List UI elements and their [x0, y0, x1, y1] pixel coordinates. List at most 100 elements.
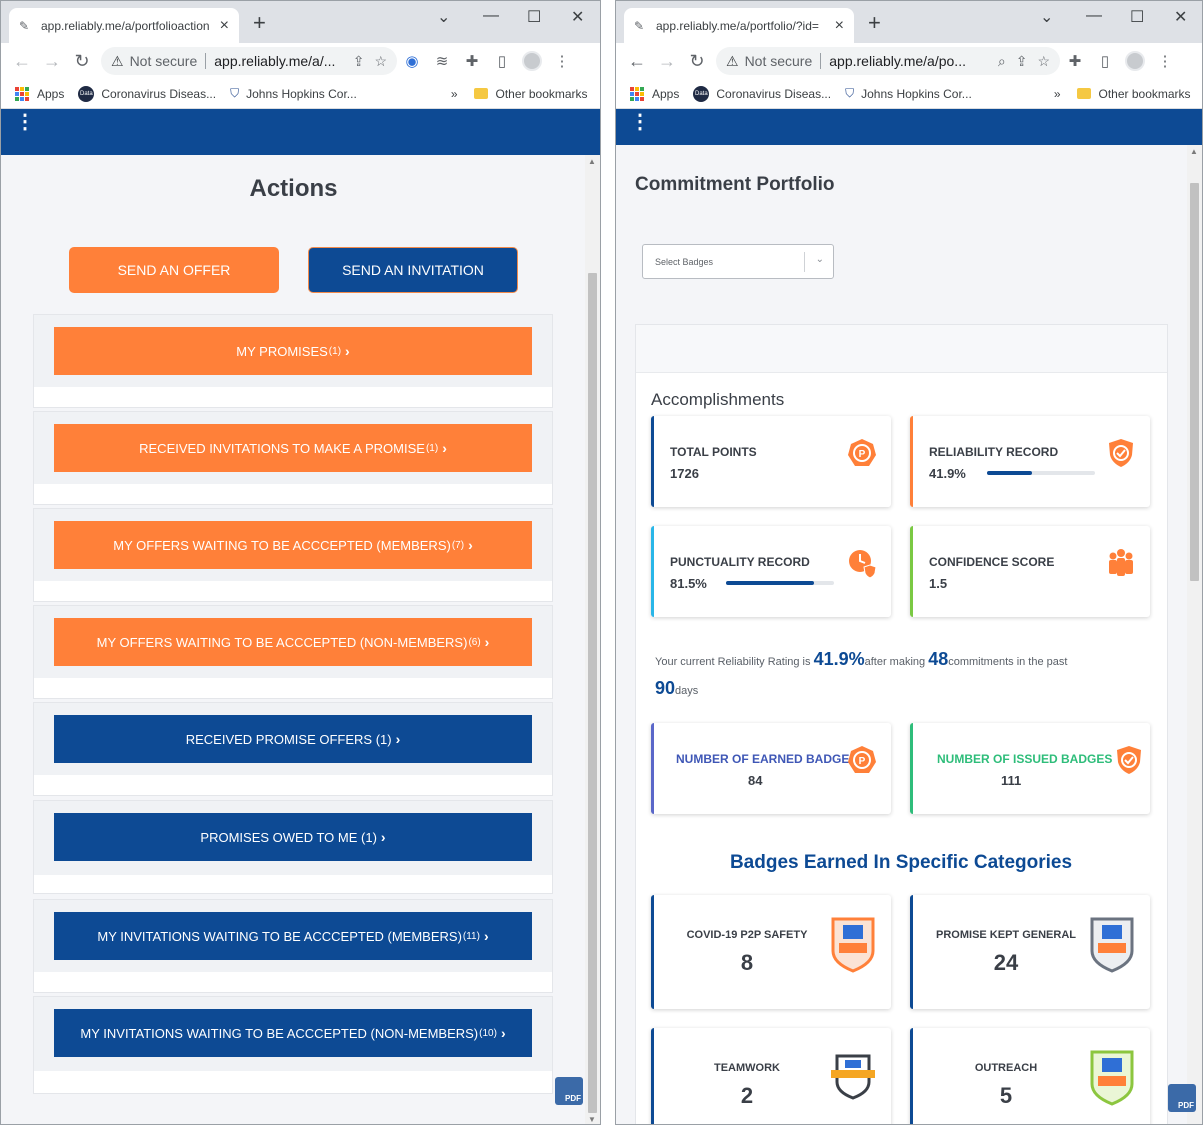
address-bar[interactable]: ⚠ Not secure app.reliably.me/a/... ⇪ ☆ [101, 47, 397, 75]
maximize-icon[interactable]: ☐ [1130, 7, 1144, 27]
new-tab-icon[interactable]: + [253, 12, 266, 34]
close-tab-icon[interactable]: × [220, 17, 229, 35]
bookmark-johns-hopkins[interactable]: ⛉ Johns Hopkins Cor... [230, 86, 357, 101]
scroll-up-icon[interactable]: ▲ [588, 157, 596, 166]
chevron-right-icon: › [345, 343, 350, 359]
bookmark-other[interactable]: Other bookmarks [473, 87, 588, 101]
page-title: Actions [249, 175, 338, 202]
reload-icon[interactable]: ↻ [67, 51, 97, 72]
bookmark-coronavirus[interactable]: Data Coronavirus Diseas... [693, 85, 831, 102]
profile-avatar[interactable] [522, 51, 542, 71]
bookmark-coronavirus[interactable]: Data Coronavirus Diseas... [78, 85, 216, 102]
my-offers-non-members-button[interactable]: MY OFFERS WAITING TO BE ACCCEPTED (NON-M… [54, 618, 532, 666]
my-promises-button[interactable]: MY PROMISES (1) › [54, 327, 532, 375]
tab-strip: ✎ app.reliably.me/a/portfolio/?id= × + ⌄… [616, 1, 1202, 43]
back-icon[interactable]: ← [7, 51, 37, 72]
my-offers-members-button[interactable]: MY OFFERS WAITING TO BE ACCCEPTED (MEMBE… [54, 521, 532, 569]
extensions-puzzle-icon[interactable]: ✚ [457, 52, 487, 70]
browser-tab[interactable]: ✎ app.reliably.me/a/portfolio/?id= × [624, 8, 854, 43]
close-window-icon[interactable]: ✕ [571, 7, 584, 27]
category-card-teamwork[interactable]: TEAMWORK 2 [651, 1028, 891, 1124]
page-scrollbar[interactable]: ▲ ▼ [585, 155, 600, 1124]
reliability-record-card: RELIABILITY RECORD 41.9% [910, 416, 1150, 507]
bookmark-other[interactable]: Other bookmarks [1076, 87, 1191, 101]
menu-kebab-icon[interactable]: ⋮ [630, 112, 650, 132]
chevron-right-icon: › [484, 634, 490, 650]
action-card: MY INVITATIONS WAITING TO BE ACCCEPTED (… [33, 996, 553, 1094]
outreach-badge-icon [1090, 1050, 1134, 1106]
close-window-icon[interactable]: ✕ [1174, 7, 1187, 27]
minimize-icon[interactable]: — [483, 7, 499, 25]
maximize-icon[interactable]: ☐ [527, 7, 541, 27]
bookmarks-overflow[interactable]: » [1054, 87, 1061, 101]
received-invitations-button[interactable]: RECEIVED INVITATIONS TO MAKE A PROMISE (1… [54, 424, 532, 472]
browser-menu-icon[interactable]: ⋮ [547, 52, 577, 70]
address-bar[interactable]: ⚠ Not secure app.reliably.me/a/po... ⌕ ⇪… [716, 47, 1060, 75]
forward-icon[interactable]: → [37, 51, 67, 72]
extension-compass-icon[interactable]: ◉ [397, 52, 427, 70]
side-panel-icon[interactable]: ▯ [487, 52, 517, 70]
send-offer-button[interactable]: SEND AN OFFER [69, 247, 279, 293]
side-panel-icon[interactable]: ▯ [1090, 52, 1120, 70]
received-promise-offers-button[interactable]: RECEIVED PROMISE OFFERS (1) › [54, 715, 532, 763]
url-text: app.reliably.me/a/po... [829, 53, 966, 69]
scroll-up-icon[interactable]: ▲ [1190, 147, 1198, 156]
url-text: app.reliably.me/a/... [214, 53, 336, 69]
security-label: Not secure [129, 53, 198, 69]
category-card-outreach[interactable]: OUTREACH 5 [910, 1028, 1150, 1124]
pdf-export-icon[interactable]: PDF [555, 1077, 583, 1105]
profile-avatar[interactable] [1125, 51, 1145, 71]
menu-kebab-icon[interactable]: ⋮ [15, 112, 35, 132]
select-badges-dropdown[interactable]: Select Badges ⌄ [642, 244, 834, 279]
svg-text:P: P [859, 449, 866, 460]
reload-icon[interactable]: ↻ [682, 51, 712, 72]
minimize-icon[interactable]: — [1086, 7, 1102, 25]
forward-icon[interactable]: → [652, 51, 682, 72]
svg-text:P: P [859, 756, 866, 767]
earned-badges-card: NUMBER OF EARNED BADGES 84 P [651, 723, 891, 814]
promise-kept-badge-icon [1090, 917, 1134, 973]
data-logo-icon: Data [693, 85, 710, 102]
pdf-export-icon[interactable]: PDF [1168, 1084, 1196, 1112]
tab-search-icon[interactable]: ⌄ [1040, 7, 1053, 27]
close-tab-icon[interactable]: × [835, 17, 844, 35]
clock-shield-icon [849, 550, 877, 578]
promises-owed-button[interactable]: PROMISES OWED TO ME (1) › [54, 813, 532, 861]
bookmark-apps[interactable]: Apps [630, 86, 679, 101]
scroll-thumb[interactable] [588, 273, 597, 1113]
points-badge-icon: P [848, 746, 876, 773]
share-icon[interactable]: ⇪ [1016, 53, 1028, 70]
browser-tab[interactable]: ✎ app.reliably.me/a/portfolioaction × [9, 8, 239, 43]
reliability-shield-icon [1109, 439, 1133, 467]
tab-strip: ✎ app.reliably.me/a/portfolioaction × + … [1, 1, 600, 43]
reliability-progress-bar [987, 471, 1095, 475]
bookmark-johns-hopkins[interactable]: ⛉ Johns Hopkins Cor... [845, 86, 972, 101]
new-tab-icon[interactable]: + [868, 12, 881, 34]
bookmarks-bar: Apps Data Coronavirus Diseas... ⛉ Johns … [616, 79, 1202, 109]
back-icon[interactable]: ← [622, 51, 652, 72]
scroll-down-icon[interactable]: ▼ [588, 1115, 596, 1124]
zoom-icon[interactable]: ⌕ [998, 53, 1006, 70]
category-card-covid[interactable]: COVID-19 P2P SAFETY 8 [651, 895, 891, 1009]
share-icon[interactable]: ⇪ [353, 53, 365, 70]
category-card-promise-kept[interactable]: PROMISE KEPT GENERAL 24 [910, 895, 1150, 1009]
my-invitations-non-members-button[interactable]: MY INVITATIONS WAITING TO BE ACCCEPTED (… [54, 1009, 532, 1057]
punctuality-progress-bar [726, 581, 834, 585]
my-invitations-members-button[interactable]: MY INVITATIONS WAITING TO BE ACCCEPTED (… [54, 912, 532, 960]
page-scrollbar[interactable]: ▲ [1187, 145, 1202, 1124]
scroll-thumb[interactable] [1190, 183, 1199, 581]
chevron-right-icon: › [395, 731, 401, 747]
bookmarks-overflow[interactable]: » [451, 87, 458, 101]
tab-search-icon[interactable]: ⌄ [437, 7, 450, 27]
extension-wifi-icon[interactable]: ≋ [427, 52, 457, 70]
bookmark-star-icon[interactable]: ☆ [374, 53, 387, 70]
send-invitation-button[interactable]: SEND AN INVITATION [308, 247, 518, 293]
bookmark-apps[interactable]: Apps [15, 86, 64, 101]
browser-menu-icon[interactable]: ⋮ [1150, 52, 1180, 70]
extensions-puzzle-icon[interactable]: ✚ [1060, 52, 1090, 70]
bookmark-star-icon[interactable]: ☆ [1037, 53, 1050, 70]
data-logo-icon: Data [78, 85, 95, 102]
browser-toolbar: ← → ↻ ⚠ Not secure app.reliably.me/a/...… [1, 43, 600, 79]
browser-chrome: ✎ app.reliably.me/a/portfolioaction × + … [1, 1, 600, 109]
browser-toolbar: ← → ↻ ⚠ Not secure app.reliably.me/a/po.… [616, 43, 1202, 79]
